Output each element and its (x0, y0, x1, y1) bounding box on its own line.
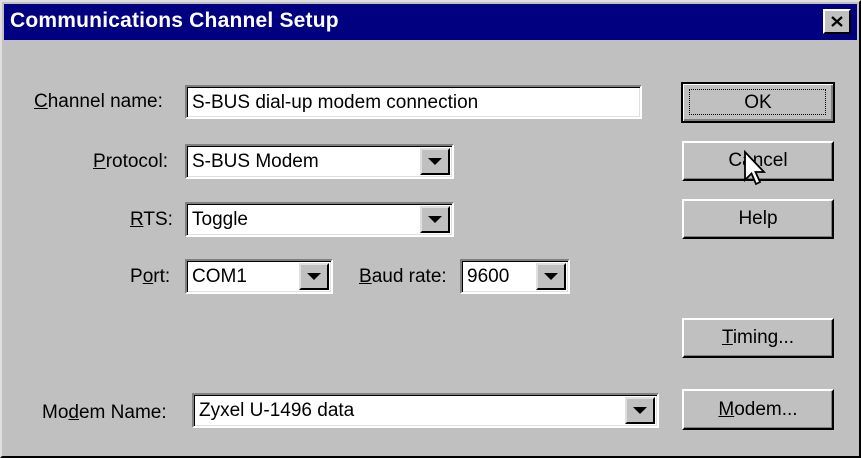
help-button-label: Help (738, 208, 778, 229)
baud-rate-label: Baud rate: (359, 266, 447, 287)
focus-ring (689, 89, 826, 115)
channel-name-label: Channel name: (34, 91, 163, 112)
protocol-value: S-BUS Modem (192, 151, 319, 172)
rts-value: Toggle (192, 209, 248, 230)
baud-rate-select[interactable]: 9600 (460, 259, 570, 294)
port-value: COM1 (192, 266, 247, 287)
window-title: Communications Channel Setup (10, 9, 339, 32)
modem-name-select[interactable]: Zyxel U-1496 data (192, 393, 659, 428)
rts-select[interactable]: Toggle (185, 202, 454, 237)
chevron-down-icon (428, 216, 442, 223)
chevron-down-icon (544, 273, 558, 280)
rts-label: RTS: (130, 209, 173, 230)
modem-name-label: Modem Name: (42, 402, 167, 423)
close-button[interactable] (823, 9, 851, 34)
protocol-dropdown-button[interactable] (420, 148, 450, 175)
channel-name-input[interactable]: S-BUS dial-up modem connection (185, 85, 642, 119)
rts-dropdown-button[interactable] (420, 206, 450, 233)
port-label: Port: (130, 266, 171, 287)
channel-name-value: S-BUS dial-up modem connection (192, 92, 479, 113)
modem-button-label: Modem... (718, 398, 798, 420)
baud-rate-value: 9600 (467, 266, 510, 287)
chevron-down-icon (307, 273, 321, 280)
title-bar[interactable]: Communications Channel Setup (4, 4, 857, 40)
baud-rate-dropdown-button[interactable] (536, 263, 566, 290)
mouse-pointer-icon (744, 150, 767, 186)
modem-name-dropdown-button[interactable] (625, 397, 655, 424)
chevron-down-icon (428, 158, 442, 165)
help-button[interactable]: Help (682, 199, 834, 239)
ok-button[interactable]: OK (681, 82, 835, 123)
timing-button-label: Timing... (721, 327, 795, 348)
protocol-select[interactable]: S-BUS Modem (185, 144, 454, 179)
modem-button[interactable]: Modem... (682, 389, 834, 430)
dialog-window: Communications Channel Setup Channel nam… (0, 0, 861, 458)
chevron-down-icon (633, 407, 647, 414)
protocol-label: Protocol: (93, 151, 168, 172)
modem-name-value: Zyxel U-1496 data (199, 400, 355, 421)
timing-button[interactable]: Timing... (682, 318, 834, 358)
port-dropdown-button[interactable] (299, 263, 329, 290)
port-select[interactable]: COM1 (185, 259, 333, 294)
close-icon (831, 16, 843, 27)
